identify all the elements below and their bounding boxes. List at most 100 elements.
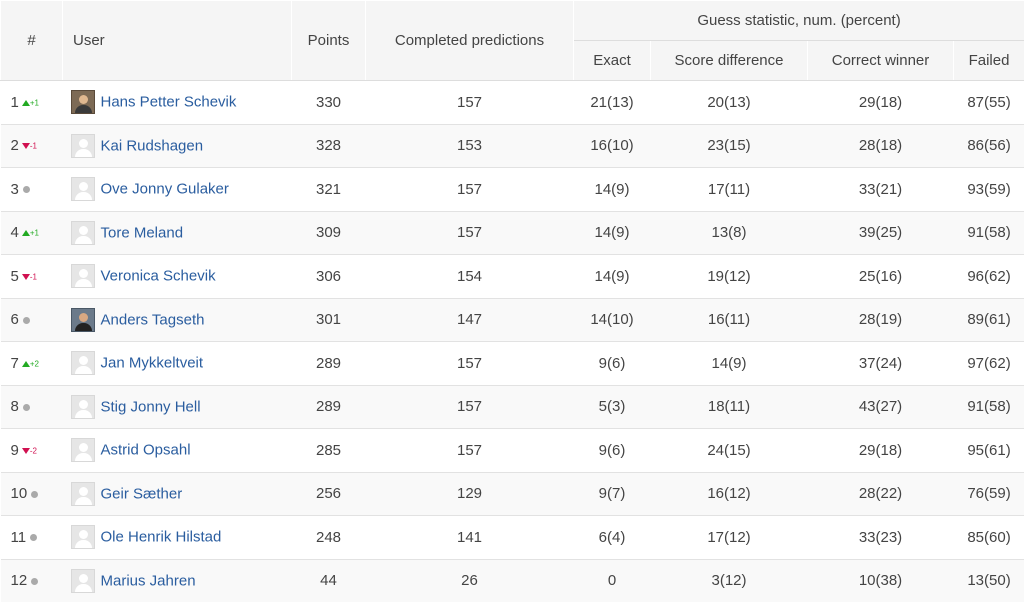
col-completed-header[interactable]: Completed predictions — [366, 1, 574, 81]
failed-cell: 91(58) — [954, 385, 1024, 429]
col-rank-header[interactable]: # — [1, 1, 63, 81]
rank-number: 6 — [11, 311, 19, 328]
points-cell: 301 — [292, 298, 366, 342]
rank-number: 3 — [11, 181, 19, 198]
rank-change: -2 — [30, 446, 37, 455]
points-cell: 44 — [292, 559, 366, 602]
rank-cell: 10 — [1, 472, 63, 516]
exact-cell: 21(13) — [574, 81, 651, 125]
leaderboard-body: 1+1 Hans Petter Schevik 330 157 21(13) 2… — [1, 81, 1024, 602]
table-row: 8 Stig Jonny Hell 289 157 5(3) 18(11) 43… — [1, 385, 1024, 429]
col-points-header[interactable]: Points — [292, 1, 366, 81]
avatar[interactable] — [71, 90, 95, 114]
completed-cell: 157 — [366, 81, 574, 125]
score-difference-cell: 16(11) — [651, 298, 808, 342]
trend-up-icon — [22, 100, 30, 106]
correct-winner-cell: 28(22) — [808, 472, 954, 516]
exact-cell: 0 — [574, 559, 651, 602]
correct-winner-cell: 43(27) — [808, 385, 954, 429]
exact-cell: 6(4) — [574, 516, 651, 560]
score-difference-cell: 19(12) — [651, 255, 808, 299]
col-failed-header[interactable]: Failed — [954, 41, 1024, 81]
user-link[interactable]: Hans Petter Schevik — [101, 94, 237, 111]
score-difference-cell: 17(11) — [651, 168, 808, 212]
col-correct-winner-header[interactable]: Correct winner — [808, 41, 954, 81]
points-cell: 285 — [292, 429, 366, 473]
user-link[interactable]: Stig Jonny Hell — [101, 398, 201, 415]
exact-cell: 5(3) — [574, 385, 651, 429]
correct-winner-cell: 29(18) — [808, 81, 954, 125]
user-link[interactable]: Astrid Opsahl — [101, 442, 191, 459]
failed-cell: 89(61) — [954, 298, 1024, 342]
points-cell: 328 — [292, 124, 366, 168]
table-row: 6 Anders Tagseth 301 147 14(10) 16(11) 2… — [1, 298, 1024, 342]
user-link[interactable]: Ove Jonny Gulaker — [101, 181, 229, 198]
avatar[interactable] — [71, 264, 95, 288]
score-difference-cell: 16(12) — [651, 472, 808, 516]
completed-cell: 129 — [366, 472, 574, 516]
user-cell: Jan Mykkeltveit — [63, 342, 292, 386]
rank-cell: 1 +1 — [1, 81, 63, 125]
avatar[interactable] — [71, 395, 95, 419]
trend-down-icon — [22, 274, 30, 280]
user-link[interactable]: Anders Tagseth — [101, 311, 205, 328]
rank-number: 4 — [11, 224, 19, 241]
score-difference-cell: 23(15) — [651, 124, 808, 168]
avatar[interactable] — [71, 221, 95, 245]
exact-cell: 9(7) — [574, 472, 651, 516]
user-link[interactable]: Tore Meland — [101, 224, 184, 241]
rank-number: 9 — [11, 442, 19, 459]
failed-cell: 91(58) — [954, 211, 1024, 255]
guess-statistic-header: Guess statistic, num. (percent) — [574, 1, 1024, 41]
correct-winner-cell: 28(19) — [808, 298, 954, 342]
avatar[interactable] — [71, 525, 95, 549]
avatar[interactable] — [71, 134, 95, 158]
score-difference-cell: 20(13) — [651, 81, 808, 125]
rank-number: 1 — [11, 94, 19, 111]
avatar[interactable] — [71, 482, 95, 506]
rank-number: 2 — [11, 137, 19, 154]
col-exact-header[interactable]: Exact — [574, 41, 651, 81]
exact-cell: 14(10) — [574, 298, 651, 342]
leaderboard-table: # User Points Completed predictions Gues… — [0, 0, 1024, 602]
correct-winner-cell: 33(23) — [808, 516, 954, 560]
avatar[interactable] — [71, 308, 95, 332]
avatar[interactable] — [71, 351, 95, 375]
rank-change: +1 — [30, 98, 39, 107]
table-row: 5-1 Veronica Schevik 306 154 14(9) 19(12… — [1, 255, 1024, 299]
completed-cell: 157 — [366, 429, 574, 473]
user-link[interactable]: Jan Mykkeltveit — [101, 355, 204, 372]
col-user-header[interactable]: User — [63, 1, 292, 81]
table-row: 11 Ole Henrik Hilstad 248 141 6(4) 17(12… — [1, 516, 1024, 560]
user-link[interactable]: Marius Jahren — [101, 572, 196, 589]
user-link[interactable]: Geir Sæther — [101, 485, 183, 502]
user-cell: Marius Jahren — [63, 559, 292, 602]
user-link[interactable]: Kai Rudshagen — [101, 137, 204, 154]
rank-number: 7 — [11, 355, 19, 372]
correct-winner-cell: 39(25) — [808, 211, 954, 255]
failed-cell: 93(59) — [954, 168, 1024, 212]
failed-cell: 87(55) — [954, 81, 1024, 125]
rank-cell: 2 -1 — [1, 124, 63, 168]
avatar[interactable] — [71, 177, 95, 201]
user-cell: Kai Rudshagen — [63, 124, 292, 168]
user-cell: Veronica Schevik — [63, 255, 292, 299]
col-score-difference-header[interactable]: Score difference — [651, 41, 808, 81]
trend-unchanged-icon — [30, 534, 37, 541]
rank-cell: 6 — [1, 298, 63, 342]
trend-unchanged-icon — [31, 578, 38, 585]
avatar[interactable] — [71, 569, 95, 593]
correct-winner-cell: 10(38) — [808, 559, 954, 602]
failed-cell: 85(60) — [954, 516, 1024, 560]
points-cell: 256 — [292, 472, 366, 516]
avatar[interactable] — [71, 438, 95, 462]
exact-cell: 14(9) — [574, 255, 651, 299]
rank-change: -1 — [30, 142, 37, 151]
user-cell: Anders Tagseth — [63, 298, 292, 342]
user-cell: Astrid Opsahl — [63, 429, 292, 473]
trend-up-icon — [22, 361, 30, 367]
user-link[interactable]: Veronica Schevik — [101, 268, 216, 285]
user-link[interactable]: Ole Henrik Hilstad — [101, 529, 222, 546]
table-row: 4+1 Tore Meland 309 157 14(9) 13(8) 39(2… — [1, 211, 1024, 255]
correct-winner-cell: 28(18) — [808, 124, 954, 168]
